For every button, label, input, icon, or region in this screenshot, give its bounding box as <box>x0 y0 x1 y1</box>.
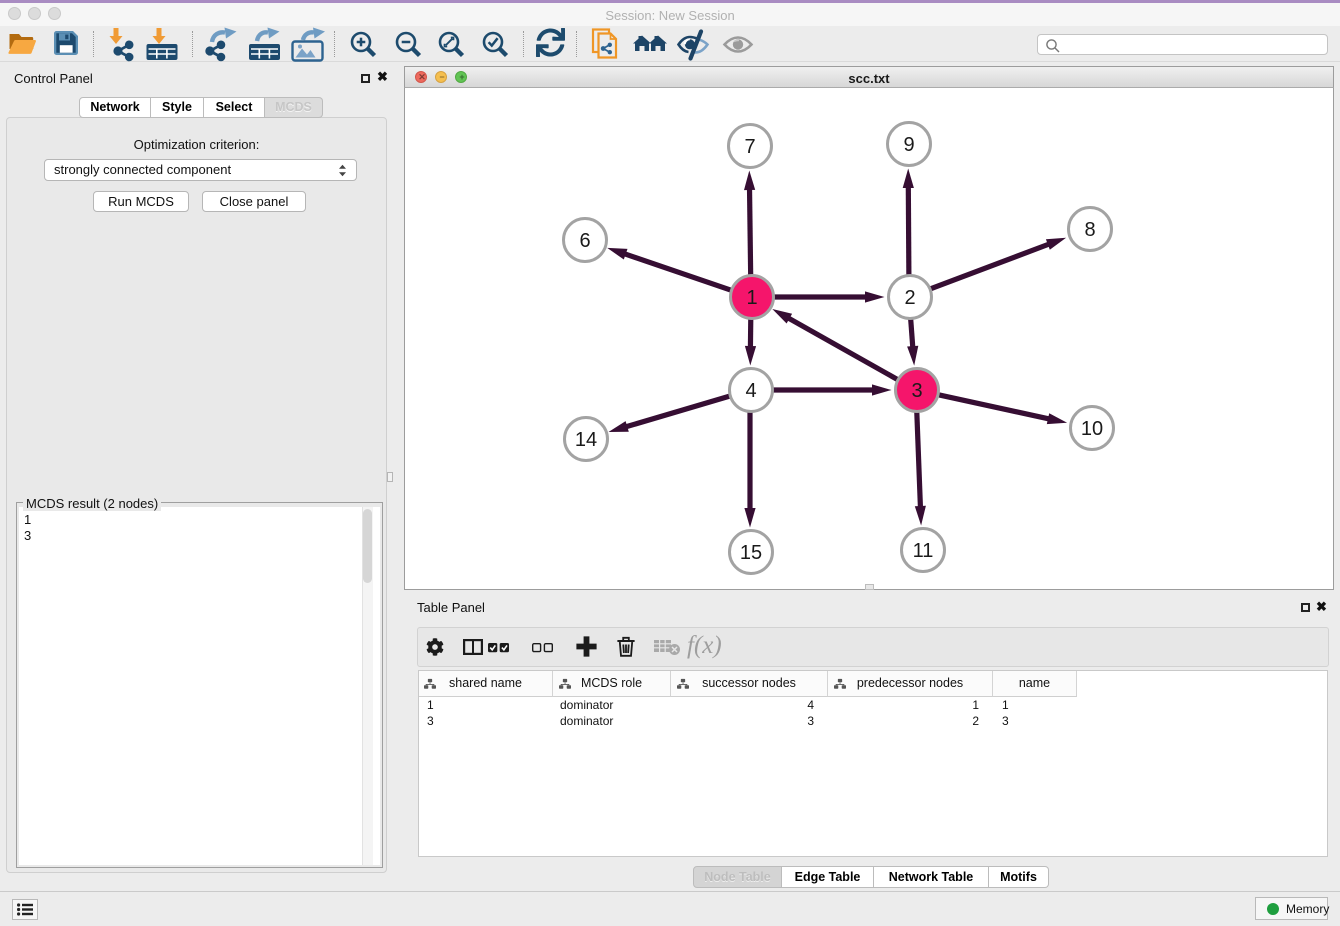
svg-text:8: 8 <box>1084 219 1095 241</box>
svg-text:15: 15 <box>740 542 762 564</box>
svg-text:14: 14 <box>575 429 597 451</box>
svg-text:11: 11 <box>913 540 934 562</box>
svg-text:7: 7 <box>744 136 755 158</box>
svg-text:6: 6 <box>579 230 590 252</box>
svg-text:9: 9 <box>903 134 914 156</box>
svg-text:2: 2 <box>904 287 915 309</box>
svg-text:4: 4 <box>745 380 756 402</box>
svg-text:1: 1 <box>746 287 757 309</box>
svg-text:10: 10 <box>1081 418 1103 440</box>
svg-text:3: 3 <box>911 380 922 402</box>
